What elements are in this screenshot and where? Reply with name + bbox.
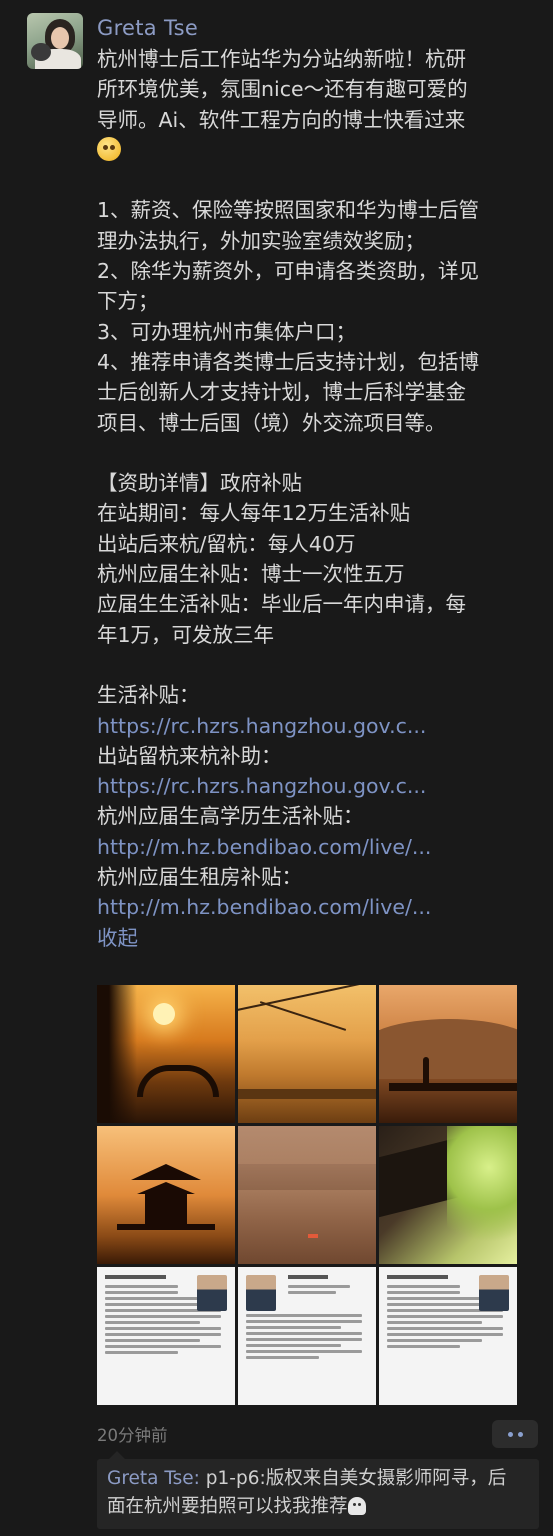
point-3-line-1: 3、可办理杭州市集体户口； <box>97 319 357 344</box>
photo-pier-silhouette[interactable] <box>379 985 517 1123</box>
photo-grid <box>97 985 517 1405</box>
intro-line: 所环境优美，氛围nice～还有有趣可爱的 <box>97 77 468 102</box>
surprised-face-icon <box>97 136 121 161</box>
subsidy-line: 在站期间：每人每年12万生活补贴 <box>97 501 411 526</box>
comment-area: Greta Tse: p1-p6:版权来自美女摄影师阿寻，后 面在杭州要拍照可以… <box>97 1451 539 1529</box>
dot-icon <box>507 1431 513 1437</box>
point-2-line-2: 下方； <box>97 289 159 314</box>
more-options-button[interactable] <box>492 1420 538 1448</box>
comment-author[interactable]: Greta Tse <box>107 1468 194 1489</box>
subsidy-line: 杭州应届生补贴：博士一次性五万 <box>97 562 405 587</box>
photo-profile-doc-3[interactable] <box>379 1267 517 1405</box>
point-2-line-1: 2、除华为薪资外，可申请各类资助，详见 <box>97 259 480 284</box>
link-url[interactable]: https://rc.hzrs.hangzhou.gov.c... <box>97 771 437 801</box>
link-label: 杭州应届生租房补贴： <box>97 865 302 890</box>
link-url[interactable]: http://m.hz.bendibao.com/live/... <box>97 892 437 922</box>
link-label: 出站留杭来杭补助： <box>97 743 282 768</box>
link-label: 杭州应届生高学历生活补贴： <box>97 804 364 829</box>
intro-line: 导师。Ai、软件工程方向的博士快看过来 <box>97 107 466 132</box>
comment-text-line-2: 面在杭州要拍照可以找我推荐 <box>107 1496 348 1517</box>
collapse-link[interactable]: 收起 <box>97 923 537 953</box>
comment-text-line-1: p1-p6:版权来自美女摄影师阿寻，后 <box>199 1468 507 1489</box>
photo-eaves-leaves[interactable] <box>379 1126 517 1264</box>
avatar[interactable] <box>27 13 83 69</box>
photo-lake-branches[interactable] <box>238 985 376 1123</box>
point-1-line-1: 1、薪资、保险等按照国家和华为博士后管 <box>97 198 480 223</box>
intro-line: 杭州博士后工作站华为分站纳新啦！杭研 <box>97 47 466 71</box>
link-url[interactable]: https://rc.hzrs.hangzhou.gov.c... <box>97 711 437 741</box>
subsidy-header: 【资助详情】政府补贴 <box>97 471 302 496</box>
point-4-line-3: 项目、博士后国（境）外交流项目等。 <box>97 410 446 435</box>
photo-pavilion[interactable] <box>97 1126 235 1264</box>
author-name[interactable]: Greta Tse <box>97 16 198 40</box>
post-timestamp: 20分钟前 <box>97 1426 168 1445</box>
point-1-line-2: 理办法执行，外加实验室绩效奖励； <box>97 228 425 253</box>
post-text: 杭州博士后工作站华为分站纳新啦！杭研 所环境优美，氛围nice～还有有趣可爱的 … <box>97 44 537 953</box>
photo-profile-doc-1[interactable] <box>97 1267 235 1405</box>
link-label: 生活补贴： <box>97 683 200 708</box>
point-4-line-1: 4、推荐申请各类博士后支持计划，包括博 <box>97 349 480 374</box>
photo-hazy-lake[interactable] <box>238 1126 376 1264</box>
photo-profile-doc-2[interactable] <box>238 1267 376 1405</box>
subsidy-line: 应届生生活补贴：毕业后一年内申请，每 <box>97 592 466 617</box>
photo-sunset-bridge[interactable] <box>97 985 235 1123</box>
point-4-line-2: 士后创新人才支持计划，博士后科学基金 <box>97 380 466 405</box>
emoji-line <box>97 135 537 165</box>
dot-icon <box>517 1431 523 1437</box>
ghost-icon <box>347 1497 366 1515</box>
subsidy-line: 出站后来杭/留杭：每人40万 <box>97 531 356 556</box>
subsidy-line: 年1万，可发放三年 <box>97 622 275 647</box>
comment-item[interactable]: Greta Tse: p1-p6:版权来自美女摄影师阿寻，后 面在杭州要拍照可以… <box>107 1465 535 1521</box>
link-url[interactable]: http://m.hz.bendibao.com/live/... <box>97 832 437 862</box>
